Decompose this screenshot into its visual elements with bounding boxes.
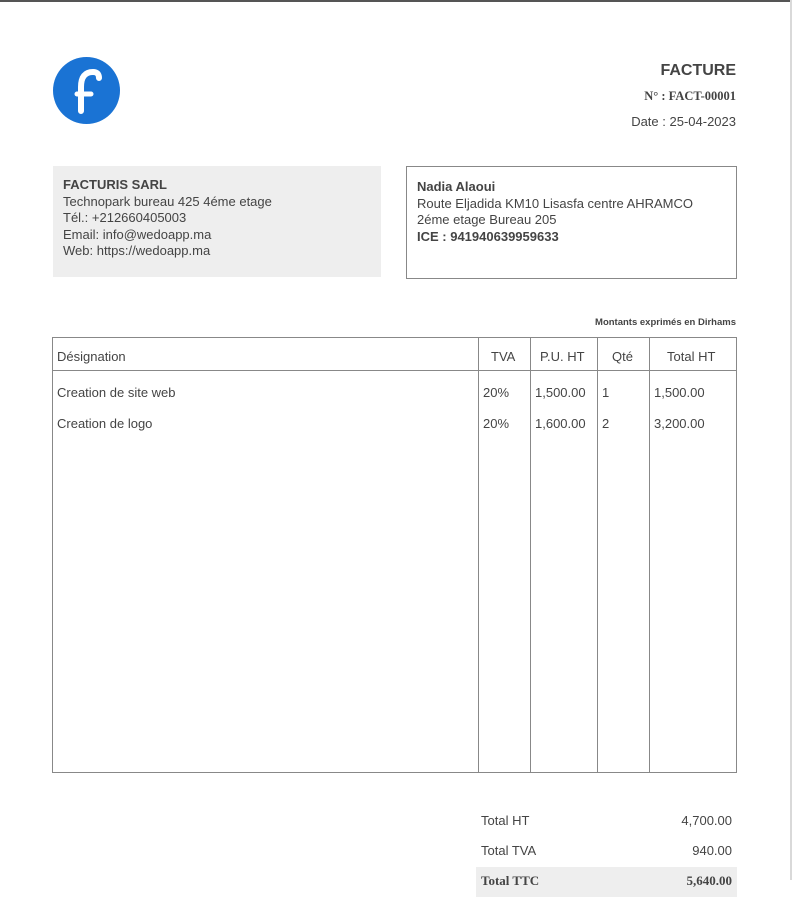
total-tva-value: 940.00 [692,843,732,858]
total-tva-row: Total TVA 940.00 [476,837,737,867]
seller-info-box: FACTURIS SARL Technopark bureau 425 4éme… [53,166,381,277]
totals-block: Total HT 4,700.00 Total TVA 940.00 Total… [476,807,737,897]
header-tva: TVA [491,349,516,364]
column-divider [478,338,479,772]
items-table: Désignation TVA P.U. HT Qté Total HT Cre… [52,337,737,773]
row-tva: 20% [483,385,510,400]
column-divider [597,338,598,772]
row-quantity: 2 [602,416,610,431]
seller-name: FACTURIS SARL [63,177,167,192]
row-quantity: 1 [602,385,610,400]
row-total-ht: 1,500.00 [654,385,705,400]
total-ttc-row: Total TTC 5,640.00 [476,867,737,897]
date-label: Date : [631,114,666,129]
row-designation: Creation de site web [57,385,176,400]
logo-f-icon [74,68,102,114]
header-divider [53,370,736,371]
seller-email: Email: info@wedoapp.ma [63,226,212,242]
header-designation: Désignation [57,349,126,364]
row-designation: Creation de logo [57,416,153,431]
buyer-info-box: Nadia Alaoui Route Eljadida KM10 Lisasfa… [406,166,737,279]
column-divider [530,338,531,772]
buyer-address-line1: Route Eljadida KM10 Lisasfa centre AHRAM… [417,195,694,211]
total-tva-label: Total TVA [481,843,537,858]
row-total-ht: 3,200.00 [654,416,705,431]
total-ttc-value: 5,640.00 [686,873,733,888]
row-unit-price: 1,600.00 [535,416,586,431]
header-quantity: Qté [612,349,633,364]
seller-website: Web: https://wedoapp.ma [63,243,211,258]
total-ht-row: Total HT 4,700.00 [476,807,737,837]
total-ttc-label: Total TTC [481,873,540,888]
row-tva: 20% [483,416,510,431]
currency-note: Montants exprimés en Dirhams [595,317,736,328]
total-ht-label: Total HT [481,813,530,828]
header-unit-price: P.U. HT [540,349,585,364]
page-top-border [0,0,792,2]
company-logo [53,57,120,124]
buyer-name: Nadia Alaoui [417,179,496,194]
seller-address: Technopark bureau 425 4éme etage [63,193,272,209]
total-ht-value: 4,700.00 [681,813,732,828]
header-total-ht: Total HT [667,349,716,364]
row-unit-price: 1,500.00 [535,385,586,400]
buyer-address-line2: 2éme etage Bureau 205 [417,212,557,227]
invoice-number: N° : FACT-00001 [644,89,736,103]
date-value: 25-04-2023 [669,114,737,129]
document-title: FACTURE [660,62,736,79]
column-divider [649,338,650,772]
buyer-ice: ICE : 941940639959633 [417,228,559,244]
seller-phone: Tél.: +212660405003 [63,210,187,225]
invoice-date: Date : 25-04-2023 [631,114,736,129]
